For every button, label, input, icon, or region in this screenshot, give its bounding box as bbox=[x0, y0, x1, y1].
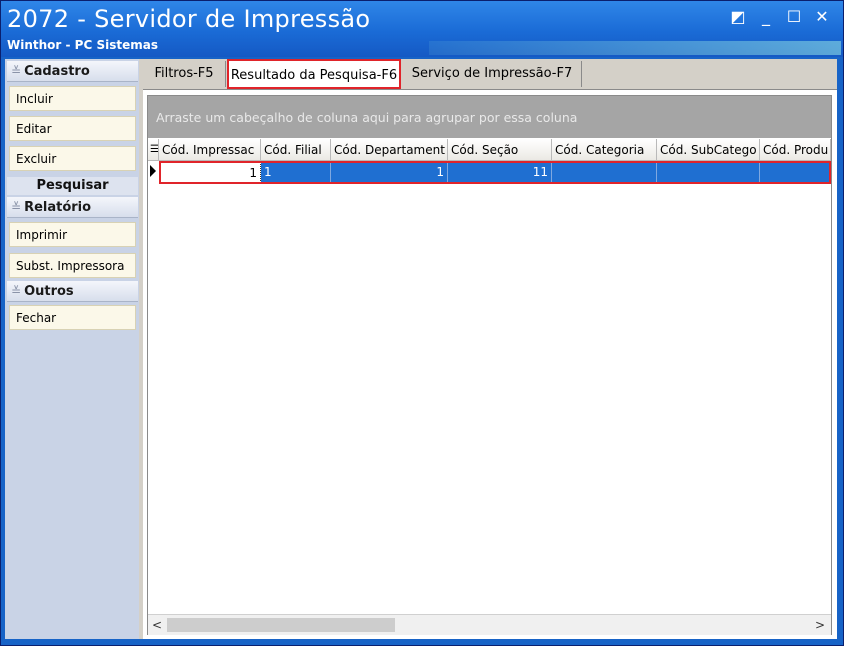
window-subtitle: Winthor - PC Sistemas bbox=[7, 38, 158, 52]
close-button[interactable]: ✕ bbox=[811, 7, 833, 27]
window-title: 2072 - Servidor de Impressão bbox=[7, 5, 371, 33]
cell-cod-departamento[interactable]: 1 bbox=[331, 162, 448, 183]
cell-cod-secao[interactable]: 11 bbox=[448, 162, 552, 183]
table-row[interactable]: 1 1 1 11 bbox=[159, 162, 831, 183]
collapse-chevron-icon[interactable]: ≚ bbox=[11, 284, 21, 298]
cell-cod-subcategoria[interactable] bbox=[657, 162, 760, 183]
group-outros[interactable]: ≚ Outros bbox=[7, 281, 138, 302]
horizontal-scrollbar[interactable]: < > bbox=[148, 614, 831, 635]
cell-cod-produto[interactable] bbox=[760, 162, 831, 183]
row-indicator-icon bbox=[150, 165, 156, 177]
results-grid: Arraste um cabeçalho de coluna aqui para… bbox=[147, 95, 832, 635]
pesquisar-button[interactable]: Pesquisar bbox=[7, 177, 138, 195]
main-panel: Filtros-F5 Resultado da Pesquisa-F6 Serv… bbox=[143, 59, 837, 639]
scrollbar-thumb[interactable] bbox=[167, 618, 395, 632]
group-relatorio[interactable]: ≚ Relatório bbox=[7, 197, 138, 218]
client-area: ≚ Cadastro Incluir Editar Excluir Pesquis… bbox=[5, 59, 837, 639]
title-bar[interactable]: 2072 - Servidor de Impressão Winthor - P… bbox=[1, 1, 843, 57]
maximize-button[interactable]: ☐ bbox=[783, 7, 805, 27]
column-header-cod-filial[interactable]: Cód. Filial bbox=[261, 139, 331, 161]
incluir-button[interactable]: Incluir bbox=[9, 86, 136, 111]
tab-filtros[interactable]: Filtros-F5 bbox=[143, 61, 226, 87]
column-chooser-icon[interactable]: ☰ bbox=[148, 139, 159, 161]
cell-cod-impressao[interactable]: 1 bbox=[159, 162, 261, 183]
scroll-left-icon[interactable]: < bbox=[148, 615, 166, 635]
group-cadastro[interactable]: ≚ Cadastro bbox=[7, 61, 138, 82]
tab-servico-impressao[interactable]: Serviço de Impressão-F7 bbox=[403, 61, 582, 87]
group-relatorio-title: Relatório bbox=[24, 200, 92, 215]
group-outros-title: Outros bbox=[24, 284, 74, 299]
column-header-cod-subcategoria[interactable]: Cód. SubCatego bbox=[657, 139, 760, 161]
fechar-button[interactable]: Fechar bbox=[9, 305, 136, 330]
restore-icon[interactable]: ◩ bbox=[727, 7, 749, 27]
imprimir-button[interactable]: Imprimir bbox=[9, 222, 136, 247]
column-header-cod-departamento[interactable]: Cód. Departament bbox=[331, 139, 448, 161]
sidebar: ≚ Cadastro Incluir Editar Excluir Pesquis… bbox=[5, 59, 139, 639]
excluir-button[interactable]: Excluir bbox=[9, 146, 136, 171]
tab-resultado-pesquisa[interactable]: Resultado da Pesquisa-F6 bbox=[227, 59, 401, 89]
collapse-chevron-icon[interactable]: ≚ bbox=[11, 200, 21, 214]
column-header-cod-secao[interactable]: Cód. Seção bbox=[448, 139, 552, 161]
cell-cod-filial[interactable]: 1 bbox=[261, 162, 331, 183]
subst-impressora-button[interactable]: Subst. Impressora bbox=[9, 253, 136, 278]
scroll-right-icon[interactable]: > bbox=[811, 615, 829, 635]
column-header-cod-produto[interactable]: Cód. Produ bbox=[760, 139, 831, 161]
tab-strip: Filtros-F5 Resultado da Pesquisa-F6 Serv… bbox=[143, 59, 837, 90]
group-cadastro-title: Cadastro bbox=[24, 64, 90, 79]
editar-button[interactable]: Editar bbox=[9, 116, 136, 141]
minimize-button[interactable]: _ bbox=[755, 7, 777, 27]
app-window: 2072 - Servidor de Impressão Winthor - P… bbox=[0, 0, 844, 646]
cell-cod-categoria[interactable] bbox=[552, 162, 657, 183]
title-decoration bbox=[429, 41, 841, 55]
column-header-cod-impressao[interactable]: Cód. Impressac bbox=[159, 139, 261, 161]
group-by-area[interactable]: Arraste um cabeçalho de coluna aqui para… bbox=[148, 96, 831, 138]
collapse-chevron-icon[interactable]: ≚ bbox=[11, 64, 21, 78]
column-header-cod-categoria[interactable]: Cód. Categoria bbox=[552, 139, 657, 161]
